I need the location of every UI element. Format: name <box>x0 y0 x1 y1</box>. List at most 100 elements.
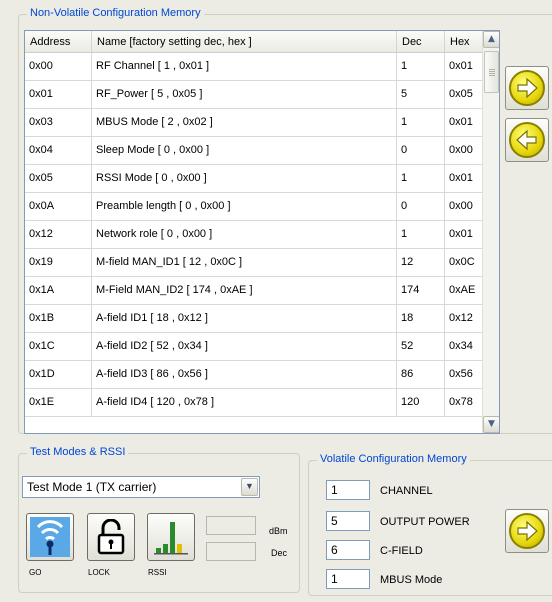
table-row[interactable]: 0x04 Sleep Mode [ 0 , 0x00 ] 0 0x00 <box>25 137 483 165</box>
name-cell: RSSI Mode [ 0 , 0x00 ] <box>92 165 397 192</box>
dec-cell[interactable]: 174 <box>397 277 445 304</box>
hex-cell[interactable]: 0xAE <box>445 277 483 304</box>
address-cell: 0x1D <box>25 361 92 388</box>
test-mode-select[interactable]: Test Mode 1 (TX carrier) ▼ <box>22 476 260 498</box>
c-field-input[interactable] <box>326 540 370 560</box>
dec-cell[interactable]: 1 <box>397 53 445 80</box>
table-row[interactable]: 0x1A M-Field MAN_ID2 [ 174 , 0xAE ] 174 0xA… <box>25 277 483 305</box>
test-modes-title: Test Modes & RSSI <box>27 446 129 458</box>
column-header-address[interactable]: Address <box>25 31 92 53</box>
arrow-left-icon <box>509 122 545 158</box>
signal-bars-icon <box>154 522 188 555</box>
hex-cell[interactable]: 0x01 <box>445 221 483 248</box>
antenna-icon <box>30 517 70 557</box>
test-mode-selected-value: Test Mode 1 (TX carrier) <box>27 480 157 494</box>
dec-cell[interactable]: 5 <box>397 81 445 108</box>
table-row[interactable]: 0x03 MBUS Mode [ 2 , 0x02 ] 1 0x01 <box>25 109 483 137</box>
write-nvm-button[interactable] <box>505 66 549 110</box>
hex-cell[interactable]: 0x0C <box>445 249 483 276</box>
column-header-dec[interactable]: Dec <box>397 31 445 53</box>
table-row[interactable]: 0x0A Preamble length [ 0 , 0x00 ] 0 0x00 <box>25 193 483 221</box>
dec-cell[interactable]: 120 <box>397 389 445 416</box>
scroll-down-button[interactable]: ▼ <box>483 416 499 433</box>
go-label: GO <box>29 568 42 577</box>
address-cell: 0x01 <box>25 81 92 108</box>
name-cell: Network role [ 0 , 0x00 ] <box>92 221 397 248</box>
dec-cell[interactable]: 12 <box>397 249 445 276</box>
write-volatile-button[interactable] <box>505 509 549 553</box>
dbm-unit-label: dBm <box>269 526 288 536</box>
hex-cell[interactable]: 0x00 <box>445 137 483 164</box>
output-power-input[interactable] <box>326 511 370 531</box>
table-row[interactable]: 0x1B A-field ID1 [ 18 , 0x12 ] 18 0x12 <box>25 305 483 333</box>
hex-cell[interactable]: 0x12 <box>445 305 483 332</box>
address-cell: 0x1C <box>25 333 92 360</box>
scroll-thumb[interactable] <box>484 51 499 93</box>
hex-cell[interactable]: 0x05 <box>445 81 483 108</box>
table-row[interactable]: 0x19 M-field MAN_ID1 [ 12 , 0x0C ] 12 0x0C <box>25 249 483 277</box>
dec-cell[interactable]: 1 <box>397 221 445 248</box>
name-cell: A-field ID3 [ 86 , 0x56 ] <box>92 361 397 388</box>
name-cell: Preamble length [ 0 , 0x00 ] <box>92 193 397 220</box>
address-cell: 0x0A <box>25 193 92 220</box>
output-power-label: OUTPUT POWER <box>380 516 470 528</box>
name-cell: A-field ID4 [ 120 , 0x78 ] <box>92 389 397 416</box>
scroll-up-button[interactable]: ▲ <box>483 31 499 48</box>
dec-cell[interactable]: 52 <box>397 333 445 360</box>
name-cell: A-field ID2 [ 52 , 0x34 ] <box>92 333 397 360</box>
name-cell: Sleep Mode [ 0 , 0x00 ] <box>92 137 397 164</box>
channel-input[interactable] <box>326 480 370 500</box>
hex-cell[interactable]: 0x34 <box>445 333 483 360</box>
mbus-mode-input[interactable] <box>326 569 370 589</box>
mbus-mode-label: MBUS Mode <box>380 574 443 586</box>
name-cell: RF Channel [ 1 , 0x01 ] <box>92 53 397 80</box>
column-header-hex[interactable]: Hex <box>445 31 483 53</box>
channel-label: CHANNEL <box>380 485 433 497</box>
read-nvm-button[interactable] <box>505 118 549 162</box>
address-cell: 0x19 <box>25 249 92 276</box>
name-cell: MBUS Mode [ 2 , 0x02 ] <box>92 109 397 136</box>
lock-button[interactable] <box>87 513 135 561</box>
lock-label: LOCK <box>88 568 110 577</box>
address-cell: 0x00 <box>25 53 92 80</box>
address-cell: 0x04 <box>25 137 92 164</box>
arrow-right-icon <box>509 70 545 106</box>
table-row[interactable]: 0x1D A-field ID3 [ 86 , 0x56 ] 86 0x56 <box>25 361 483 389</box>
rssi-button[interactable] <box>147 513 195 561</box>
column-header-name[interactable]: Name [factory setting dec, hex ] <box>92 31 397 53</box>
name-cell: M-Field MAN_ID2 [ 174 , 0xAE ] <box>92 277 397 304</box>
dec-cell[interactable]: 1 <box>397 165 445 192</box>
nvm-vertical-scrollbar[interactable]: ▲ ▼ <box>482 31 499 433</box>
table-row[interactable]: 0x00 RF Channel [ 1 , 0x01 ] 1 0x01 <box>25 53 483 81</box>
table-row[interactable]: 0x12 Network role [ 0 , 0x00 ] 1 0x01 <box>25 221 483 249</box>
dec-cell[interactable]: 18 <box>397 305 445 332</box>
address-cell: 0x12 <box>25 221 92 248</box>
nvm-table-header: Address Name [factory setting dec, hex ]… <box>25 31 483 53</box>
name-cell: M-field MAN_ID1 [ 12 , 0x0C ] <box>92 249 397 276</box>
c-field-label: C-FIELD <box>380 545 423 557</box>
hex-cell[interactable]: 0x56 <box>445 361 483 388</box>
go-button[interactable] <box>26 513 74 561</box>
table-row[interactable]: 0x1E A-field ID4 [ 120 , 0x78 ] 120 0x78 <box>25 389 483 417</box>
hex-cell[interactable]: 0x01 <box>445 165 483 192</box>
table-row[interactable]: 0x05 RSSI Mode [ 0 , 0x00 ] 1 0x01 <box>25 165 483 193</box>
table-row[interactable]: 0x01 RF_Power [ 5 , 0x05 ] 5 0x05 <box>25 81 483 109</box>
hex-cell[interactable]: 0x78 <box>445 389 483 416</box>
dec-cell[interactable]: 86 <box>397 361 445 388</box>
hex-cell[interactable]: 0x01 <box>445 53 483 80</box>
dec-cell[interactable]: 0 <box>397 137 445 164</box>
rssi-dbm-readout <box>206 516 256 535</box>
dec-cell[interactable]: 1 <box>397 109 445 136</box>
hex-cell[interactable]: 0x00 <box>445 193 483 220</box>
dec-cell[interactable]: 0 <box>397 193 445 220</box>
chevron-down-icon[interactable]: ▼ <box>241 478 258 496</box>
address-cell: 0x1E <box>25 389 92 416</box>
hex-cell[interactable]: 0x01 <box>445 109 483 136</box>
address-cell: 0x1B <box>25 305 92 332</box>
dec-unit-label: Dec <box>271 548 288 558</box>
rssi-dec-readout <box>206 542 256 561</box>
address-cell: 0x1A <box>25 277 92 304</box>
name-cell: A-field ID1 [ 18 , 0x12 ] <box>92 305 397 332</box>
table-row[interactable]: 0x1C A-field ID2 [ 52 , 0x34 ] 52 0x34 <box>25 333 483 361</box>
address-cell: 0x03 <box>25 109 92 136</box>
